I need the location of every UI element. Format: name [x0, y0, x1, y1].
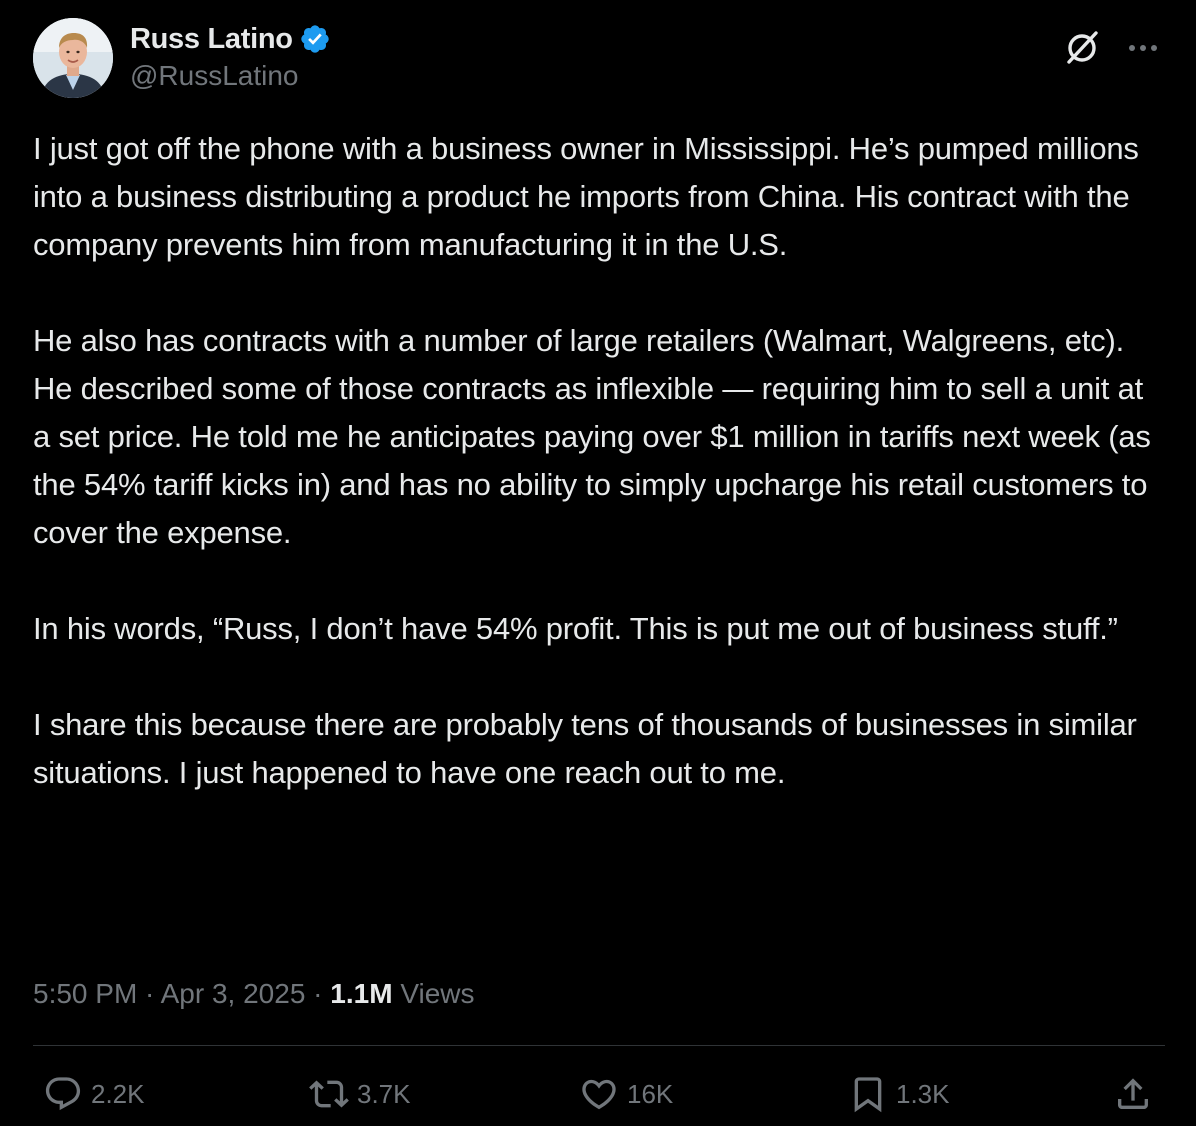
repost-button[interactable]: 3.7K [309, 1068, 411, 1120]
display-name[interactable]: Russ Latino [130, 23, 293, 56]
author-block: Russ Latino @RussLatino [130, 20, 331, 94]
tweet-metadata: 5:50 PM · Apr 3, 2025 · 1.1M Views [33, 970, 475, 1018]
verified-badge-icon[interactable] [299, 23, 331, 55]
display-name-row: Russ Latino [130, 20, 331, 58]
tweet-header: Russ Latino @RussLatino [33, 18, 1163, 98]
avatar[interactable] [33, 18, 113, 98]
share-button[interactable] [1113, 1068, 1153, 1120]
bookmark-icon [848, 1074, 888, 1114]
grok-slash-circle-icon[interactable] [1063, 27, 1103, 67]
tweet-paragraph: He also has contracts with a number of l… [33, 323, 1151, 550]
repost-count: 3.7K [357, 1078, 411, 1109]
reply-count: 2.2K [91, 1078, 145, 1109]
author-handle[interactable]: @RussLatino [130, 58, 331, 94]
action-bar: 2.2K 3.7K 16K 1.3K [33, 1068, 1163, 1120]
repost-icon [309, 1074, 349, 1114]
heart-icon [579, 1074, 619, 1114]
views-count[interactable]: 1.1M [330, 978, 392, 1009]
avatar-image [33, 18, 113, 98]
tweet-date[interactable]: Apr 3, 2025 [161, 978, 306, 1009]
reply-button[interactable]: 2.2K [43, 1068, 145, 1120]
tweet-time[interactable]: 5:50 PM [33, 978, 137, 1009]
tweet-paragraph: I just got off the phone with a business… [33, 131, 1139, 262]
tweet-card: Russ Latino @RussLatino I just got off t… [0, 0, 1196, 1126]
like-count: 16K [627, 1078, 674, 1109]
views-label: Views [392, 978, 475, 1009]
divider [33, 1045, 1165, 1046]
tweet-paragraph: I share this because there are probably … [33, 707, 1137, 790]
more-horizontal-icon[interactable] [1123, 28, 1163, 68]
share-icon [1113, 1074, 1153, 1114]
tweet-text: I just got off the phone with a business… [33, 125, 1163, 797]
meta-separator: · [305, 978, 331, 1009]
meta-separator: · [137, 978, 161, 1009]
reply-icon [43, 1074, 83, 1114]
bookmark-count: 1.3K [896, 1078, 950, 1109]
bookmark-button[interactable]: 1.3K [848, 1068, 950, 1120]
tweet-paragraph: In his words, “Russ, I don’t have 54% pr… [33, 611, 1118, 646]
like-button[interactable]: 16K [579, 1068, 673, 1120]
